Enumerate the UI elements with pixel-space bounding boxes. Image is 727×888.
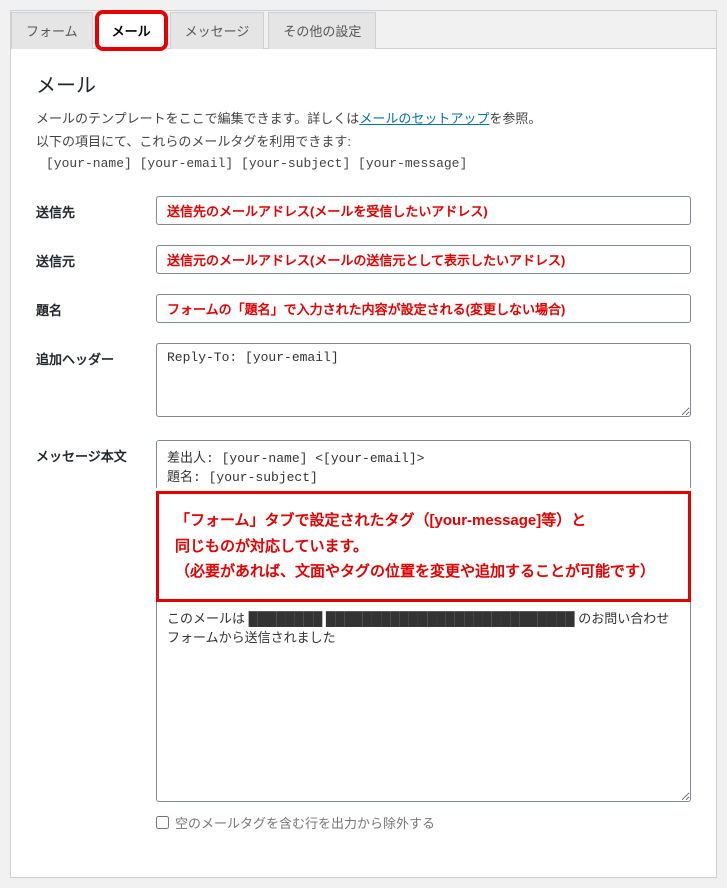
textarea-headers[interactable] — [156, 343, 691, 417]
tab-bar: フォーム メール メッセージ その他の設定 — [11, 11, 716, 49]
label-subject: 題名 — [36, 294, 156, 319]
tags-list: [your-name] [your-email] [your-subject] … — [46, 156, 691, 171]
input-from[interactable] — [156, 245, 691, 274]
section-title: メール — [36, 69, 691, 98]
row-subject: 題名 — [36, 294, 691, 323]
row-to: 送信先 — [36, 196, 691, 225]
tab-other[interactable]: その他の設定 — [268, 12, 376, 49]
annotation-line2: 同じものが対応しています。 — [175, 534, 672, 560]
input-to[interactable] — [156, 196, 691, 225]
tab-mail[interactable]: メール — [97, 12, 166, 49]
annotation-line1: 「フォーム」タブで設定されたタグ（[your-message]等）と — [175, 508, 672, 534]
description: メールのテンプレートをここで編集できます。詳しくはメールのセットアップを参照。 — [36, 108, 691, 127]
label-to: 送信先 — [36, 196, 156, 221]
tab-messages[interactable]: メッセージ — [170, 12, 265, 49]
textarea-body-bottom[interactable] — [156, 602, 691, 802]
tags-intro: 以下の項目にて、これらのメールタグを利用できます: — [36, 131, 691, 150]
label-body: メッセージ本文 — [36, 440, 156, 465]
mail-settings-panel: フォーム メール メッセージ その他の設定 メール メールのテンプレートをここで… — [10, 10, 717, 878]
row-headers: 追加ヘッダー — [36, 343, 691, 420]
label-headers: 追加ヘッダー — [36, 343, 156, 368]
tab-form[interactable]: フォーム — [11, 12, 93, 49]
row-from: 送信元 — [36, 245, 691, 274]
annotation-overlay: 「フォーム」タブで設定されたタグ（[your-message]等）と 同じものが… — [156, 491, 691, 602]
desc-suffix: を参照。 — [489, 111, 541, 126]
annotation-line3: （必要があれば、文面やタグの位置を変更や追加することが可能です） — [175, 559, 672, 585]
textarea-body-top[interactable] — [156, 440, 691, 488]
checkbox-label-exclude: 空のメールタグを含む行を出力から除外する — [175, 813, 435, 832]
input-subject[interactable] — [156, 294, 691, 323]
row-body: メッセージ本文 「フォーム」タブで設定されたタグ（[your-message]等… — [36, 440, 691, 832]
checkbox-exclude-empty[interactable] — [156, 816, 169, 829]
content-area: メール メールのテンプレートをここで編集できます。詳しくはメールのセットアップを… — [11, 49, 716, 877]
label-from: 送信元 — [36, 245, 156, 270]
checkbox-row-exclude: 空のメールタグを含む行を出力から除外する — [156, 813, 691, 832]
desc-link[interactable]: メールのセットアップ — [359, 111, 489, 126]
desc-prefix: メールのテンプレートをここで編集できます。詳しくは — [36, 111, 359, 126]
